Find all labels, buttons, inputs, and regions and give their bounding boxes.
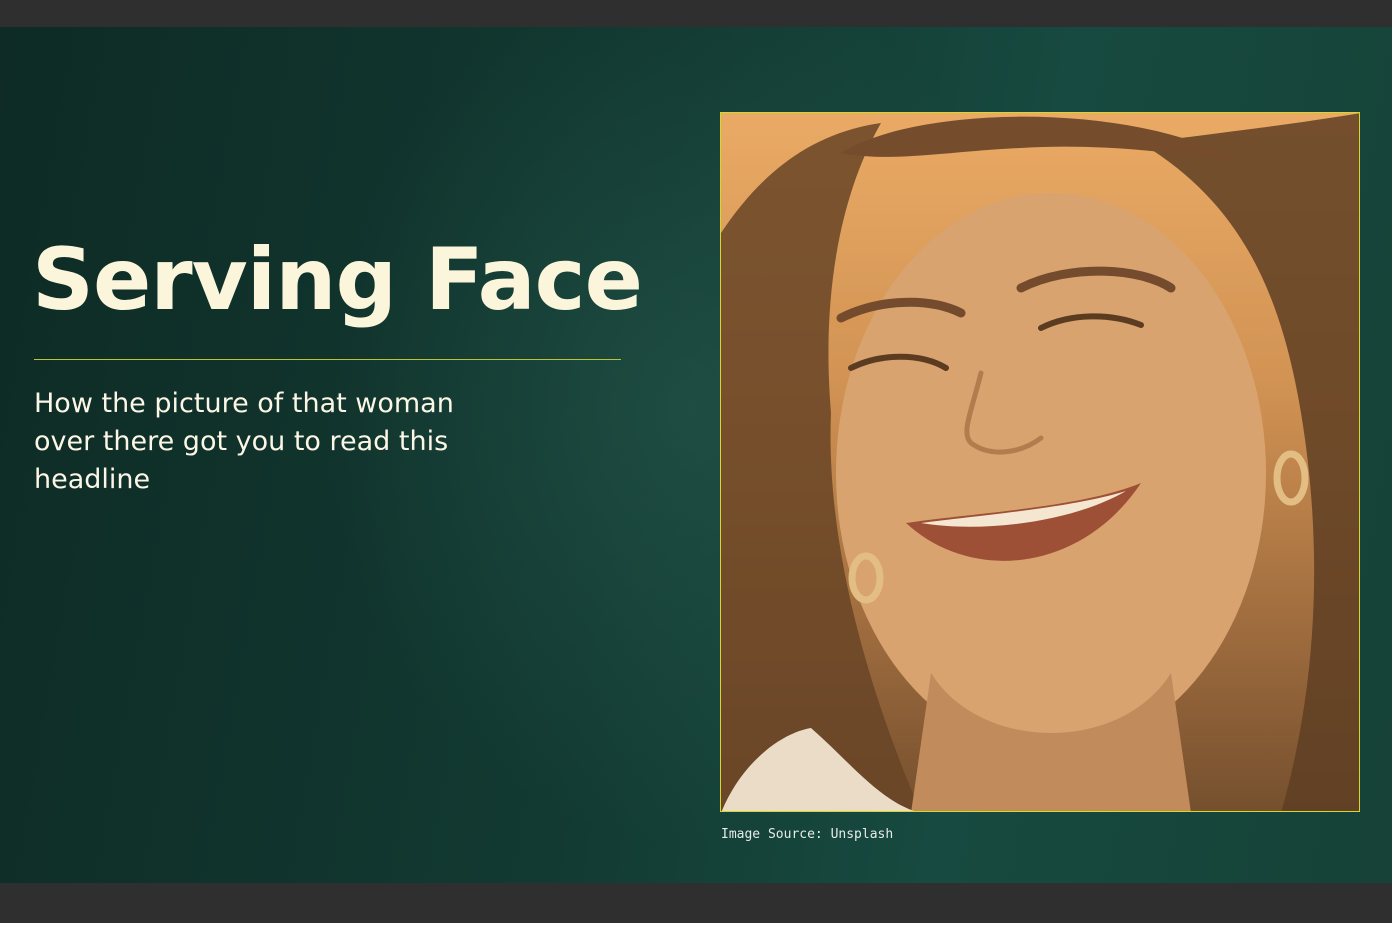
bottom-strip (0, 923, 1392, 928)
smiling-woman-photo (721, 113, 1359, 811)
slide-subtitle: How the picture of that woman over there… (34, 388, 454, 495)
window-top-bar (0, 0, 1392, 27)
slide: Serving Face How the picture of that wom… (0, 27, 1392, 883)
image-caption: Image Source: Unsplash (721, 827, 894, 842)
title-divider (34, 359, 621, 360)
slide-title: Serving Face (32, 230, 643, 330)
window-bottom-bar (0, 883, 1392, 923)
photo-frame (720, 112, 1360, 812)
